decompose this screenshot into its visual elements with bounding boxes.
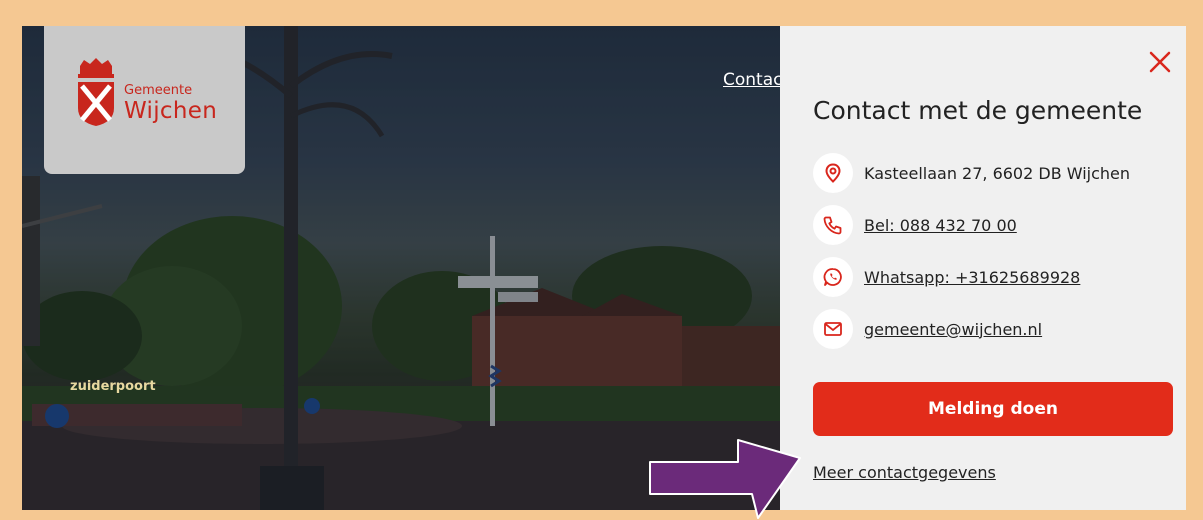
whatsapp-link[interactable]: Whatsapp: +31625689928 (864, 268, 1080, 287)
hero-sign-text: zuiderpoort (70, 379, 156, 394)
annotation-arrow-icon (649, 439, 801, 519)
crest-icon (78, 58, 114, 126)
address-row: Kasteellaan 27, 6602 DB Wijchen (813, 153, 1130, 193)
logo[interactable]: Gemeente Wijchen (44, 26, 245, 174)
mail-icon (813, 309, 853, 349)
whatsapp-row[interactable]: Whatsapp: +31625689928 (813, 257, 1080, 297)
address-text: Kasteellaan 27, 6602 DB Wijchen (864, 163, 1131, 183)
close-icon[interactable] (1146, 48, 1174, 76)
page-frame: zuiderpoort Gemeente Wijchen Contact Con… (22, 26, 1186, 510)
phone-link[interactable]: Bel: 088 432 70 00 (864, 216, 1017, 235)
logo-text: Gemeente Wijchen (124, 83, 218, 125)
logo-big-text: Wijchen (124, 98, 218, 124)
contact-panel: Contact met de gemeente Kasteellaan 27, … (780, 26, 1186, 510)
phone-icon (813, 205, 853, 245)
phone-row[interactable]: Bel: 088 432 70 00 (813, 205, 1017, 245)
email-link[interactable]: gemeente@wijchen.nl (864, 320, 1042, 339)
email-row[interactable]: gemeente@wijchen.nl (813, 309, 1042, 349)
melding-doen-button[interactable]: Melding doen (813, 382, 1173, 436)
location-pin-icon (813, 153, 853, 193)
whatsapp-icon (813, 257, 853, 297)
panel-title: Contact met de gemeente (813, 96, 1143, 125)
more-contact-link[interactable]: Meer contactgegevens (813, 463, 996, 482)
logo-small-text: Gemeente (124, 83, 193, 98)
